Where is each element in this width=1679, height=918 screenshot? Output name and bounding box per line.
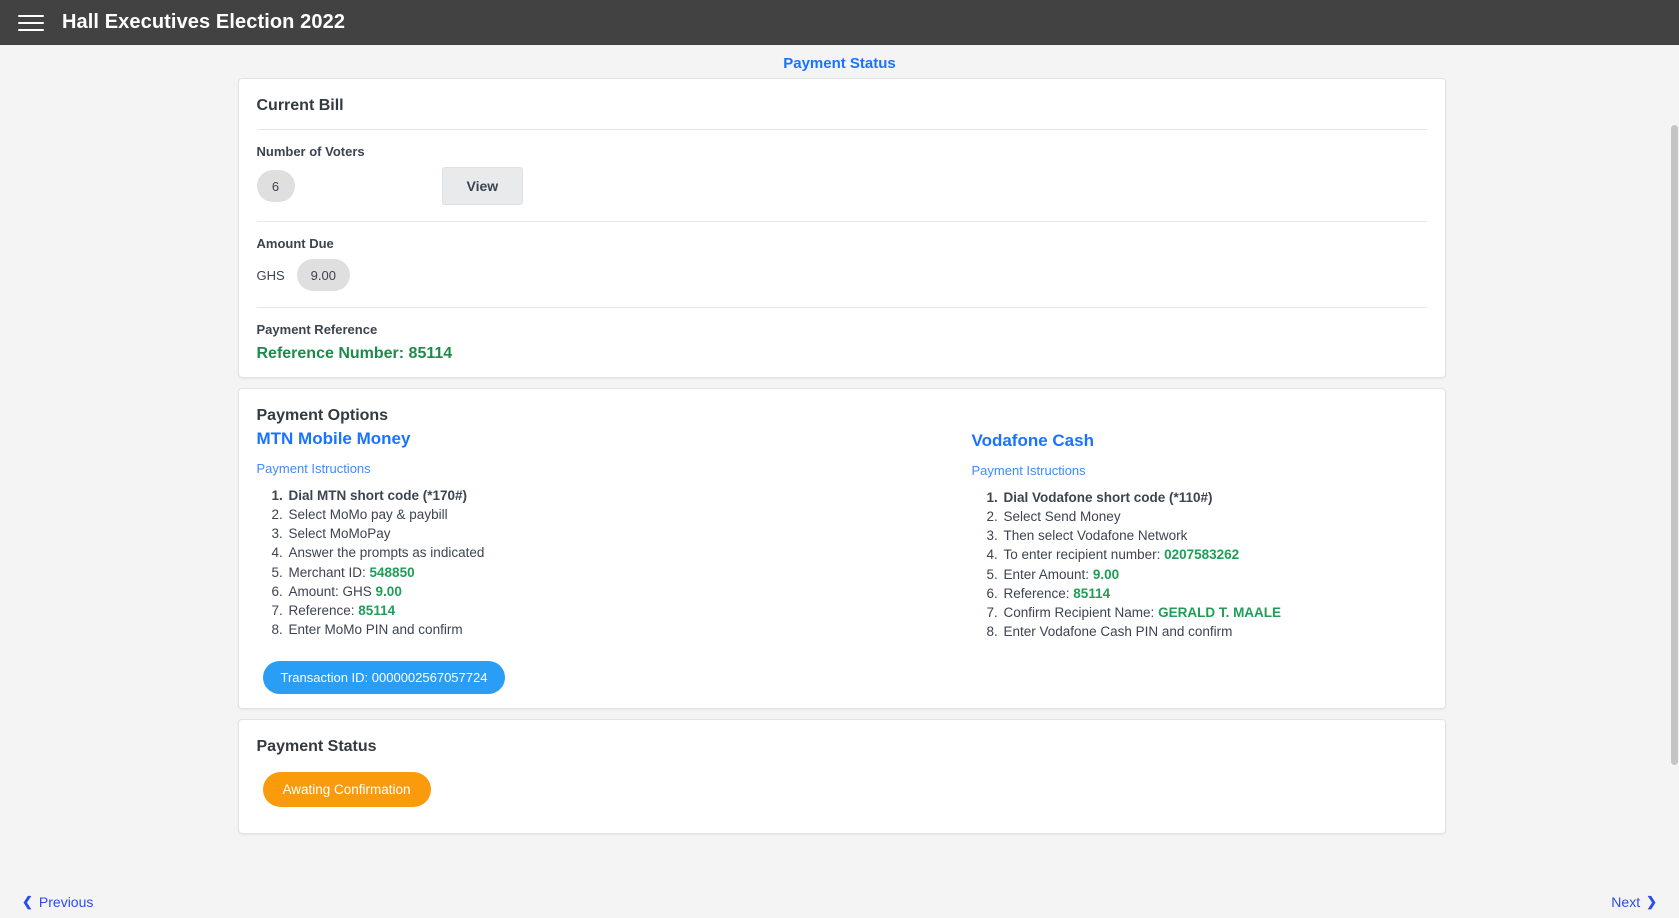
vodafone-instruction-list: Dial Vodafone short code (*110#)Select S… (972, 488, 1427, 641)
current-bill-title: Current Bill (256, 97, 344, 114)
hamburger-bar (18, 28, 44, 31)
divider (256, 307, 1427, 308)
status-badge[interactable]: Awating Confirmation (262, 772, 431, 808)
instruction-step: Select MoMo pay & paybill (287, 505, 842, 524)
payment-instructions-link-mtn[interactable]: Payment Istructions (257, 461, 842, 476)
scrollbar-track[interactable] (1670, 45, 1679, 918)
next-link[interactable]: Next ❯ (1611, 894, 1657, 910)
mtn-instruction-list: Dial MTN short code (*170#)Select MoMo p… (257, 486, 842, 639)
provider-title-mtn: MTN Mobile Money (256, 429, 411, 448)
view-button[interactable]: View (441, 167, 524, 205)
payment-options-title: Payment Options (256, 407, 389, 424)
instruction-step-value: 548850 (369, 564, 415, 580)
divider (256, 129, 1427, 130)
payment-status-title: Payment Status (256, 738, 377, 756)
chevron-right-icon: ❯ (1646, 894, 1657, 909)
payment-reference-label: Payment Reference (256, 322, 378, 337)
page-body: Payment Status Current Bill Number of Vo… (0, 45, 1679, 918)
number-of-voters-label: Number of Voters (256, 144, 365, 159)
instruction-step-value: 85114 (358, 602, 396, 618)
instruction-step: Amount: GHS 9.00 (287, 582, 842, 601)
instruction-step: Enter Amount: 9.00 (1002, 565, 1427, 584)
instruction-step: Select Send Money (1002, 507, 1427, 526)
previous-link[interactable]: ❮ Previous (22, 894, 93, 910)
footer-navigation: ❮ Previous Next ❯ (0, 894, 1679, 910)
content-wrapper: Current Bill Number of Voters 6 View Amo… (234, 78, 1446, 835)
instruction-step: Answer the prompts as indicated (287, 543, 842, 562)
voters-count-value: 6 (256, 170, 295, 202)
instruction-step: Enter MoMo PIN and confirm (287, 620, 842, 639)
instruction-step-value: 85114 (1073, 585, 1111, 601)
current-bill-card: Current Bill Number of Voters 6 View Amo… (237, 78, 1446, 378)
voters-row: 6 View (256, 167, 1427, 205)
instruction-step: Then select Vodafone Network (1002, 526, 1427, 545)
vodafone-column: Vodafone Cash Payment Istructions Dial V… (842, 407, 1427, 694)
instruction-step-value: 0207583262 (1164, 547, 1240, 563)
payment-options-columns: Payment Options MTN Mobile Money Payment… (256, 407, 1427, 695)
provider-title-vodafone: Vodafone Cash (971, 431, 1094, 450)
amount-due-label: Amount Due (256, 236, 334, 251)
instruction-step: Confirm Recipient Name: GERALD T. MAALE (1002, 603, 1427, 622)
app-bar: Hall Executives Election 2022 (0, 0, 1679, 45)
reference-number-value: Reference Number: 85114 (256, 345, 453, 362)
instruction-step: Select MoMoPay (287, 524, 842, 543)
chevron-left-icon: ❮ (22, 894, 33, 909)
next-label: Next (1611, 894, 1641, 910)
instruction-step-value: 9.00 (1092, 566, 1120, 582)
scrollbar-thumb[interactable] (1671, 125, 1678, 765)
hamburger-bar (18, 21, 44, 24)
mtn-column: Payment Options MTN Mobile Money Payment… (256, 407, 842, 695)
amount-due-value: 9.00 (296, 259, 350, 291)
instruction-step-value: GERALD T. MAALE (1158, 604, 1282, 620)
hamburger-bar (18, 14, 44, 17)
instruction-step: Dial MTN short code (*170#) (287, 486, 842, 505)
divider (256, 221, 1427, 222)
previous-label: Previous (38, 894, 94, 910)
amount-row: GHS 9.00 (257, 259, 1427, 291)
payment-options-card: Payment Options MTN Mobile Money Payment… (237, 388, 1446, 710)
instruction-step: Reference: 85114 (1002, 584, 1427, 603)
payment-status-card: Payment Status Awating Confirmation (237, 719, 1446, 835)
page-title: Payment Status (783, 55, 896, 72)
instruction-step: To enter recipient number: 0207583262 (1002, 545, 1427, 564)
instruction-step: Dial Vodafone short code (*110#) (1002, 488, 1427, 507)
instruction-step: Merchant ID: 548850 (287, 563, 842, 582)
hamburger-menu-icon[interactable] (18, 12, 44, 34)
transaction-id-badge[interactable]: Transaction ID: 0000002567057724 (262, 661, 506, 695)
currency-label: GHS (256, 267, 285, 283)
payment-instructions-link-vodafone[interactable]: Payment Istructions (972, 463, 1427, 478)
instruction-step: Reference: 85114 (287, 601, 842, 620)
instruction-step-value: 9.00 (375, 583, 402, 599)
instruction-step: Enter Vodafone Cash PIN and confirm (1002, 622, 1427, 641)
app-title: Hall Executives Election 2022 (62, 11, 346, 33)
